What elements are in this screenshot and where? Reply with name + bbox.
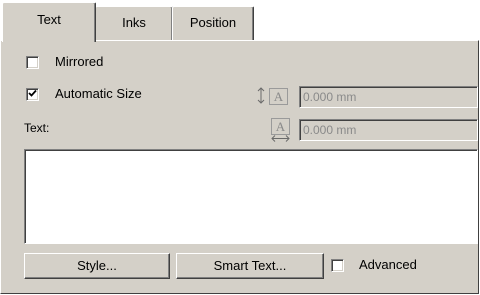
height-text-icon: A <box>269 88 288 105</box>
automatic-size-label: Automatic Size <box>55 86 142 101</box>
smart-text-button[interactable]: Smart Text... <box>176 253 324 279</box>
mirrored-checkbox[interactable] <box>26 56 39 69</box>
width-text-icon: A <box>271 118 290 135</box>
vertical-resize-icon <box>257 87 265 104</box>
style-button[interactable]: Style... <box>24 253 170 279</box>
mirrored-label: Mirrored <box>55 54 104 69</box>
tab-text[interactable]: Text <box>2 2 96 42</box>
tab-inks-label: Inks <box>122 15 146 30</box>
text-content-area[interactable] <box>24 149 478 244</box>
width-field[interactable]: 0.000 mm <box>299 119 478 141</box>
automatic-size-checkbox[interactable] <box>26 88 39 101</box>
text-properties-panel: Mirrored Automatic Size A 0.000 mm Text:… <box>0 40 479 294</box>
checkmark-icon <box>28 89 37 97</box>
tab-inks[interactable]: Inks <box>95 6 173 40</box>
advanced-checkbox[interactable] <box>331 259 344 272</box>
horizontal-resize-icon <box>271 135 290 142</box>
height-field[interactable]: 0.000 mm <box>299 86 478 108</box>
tab-bar: Text Inks Position <box>0 0 480 42</box>
advanced-label: Advanced <box>359 257 417 272</box>
tab-text-label: Text <box>37 12 61 27</box>
tab-position[interactable]: Position <box>172 6 254 40</box>
text-label: Text: <box>24 121 50 135</box>
tab-position-label: Position <box>189 15 237 30</box>
